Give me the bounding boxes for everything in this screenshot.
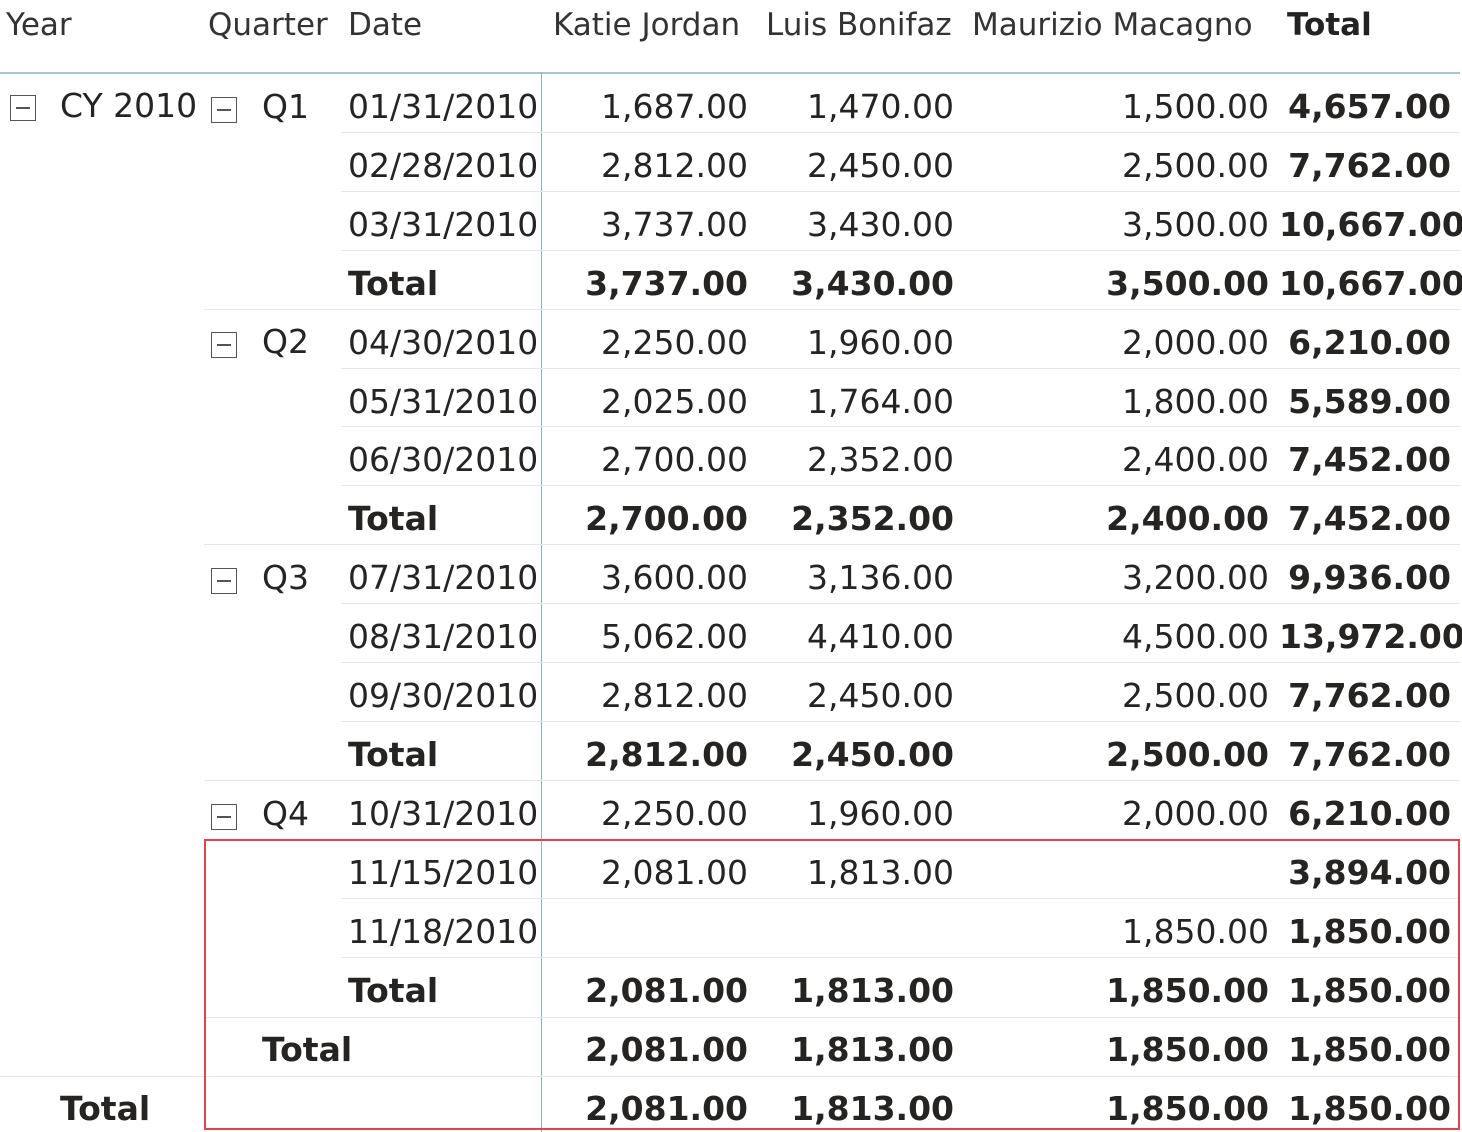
row-divider: [341, 662, 1460, 663]
column-header-maurizio-macagno[interactable]: Maurizio Macagno: [972, 0, 1253, 50]
cell-luis-bonifaz: 4,410.00: [807, 617, 954, 656]
date-cell: 06/30/2010: [348, 440, 539, 479]
cell-total: 9,936.00: [1288, 558, 1451, 597]
cell-maurizio-macagno: 1,800.00: [1122, 382, 1269, 421]
row-divider: [341, 721, 1460, 722]
quarter-label-q2: Q2: [262, 322, 309, 361]
cell-luis-bonifaz: 3,136.00: [807, 558, 954, 597]
row-divider: [341, 132, 1460, 133]
row-divider: [204, 309, 1460, 310]
cell-maurizio-macagno: 4,500.00: [1122, 617, 1269, 656]
cell-maurizio-macagno: 1,500.00: [1122, 87, 1269, 126]
row-divider: [341, 603, 1460, 604]
quarter-label-q1: Q1: [262, 87, 309, 126]
cell-katie-jordan: 2,250.00: [601, 794, 748, 833]
cell-total: 6,210.00: [1288, 794, 1451, 833]
cell-total: 7,452.00: [1288, 499, 1451, 538]
collapse-year-icon[interactable]: [10, 95, 36, 121]
cell-total: 5,589.00: [1288, 382, 1451, 421]
cell-katie-jordan: 3,737.00: [585, 264, 748, 303]
row-divider: [341, 368, 1460, 369]
date-cell: 07/31/2010: [348, 558, 539, 597]
highlight-box: [204, 839, 1460, 1130]
cell-luis-bonifaz: 3,430.00: [807, 205, 954, 244]
cell-total: 7,762.00: [1288, 676, 1451, 715]
row-divider: [204, 780, 1460, 781]
cell-luis-bonifaz: 1,960.00: [807, 323, 954, 362]
cell-total: 7,762.00: [1288, 735, 1451, 774]
cell-maurizio-macagno: 2,500.00: [1122, 146, 1269, 185]
date-cell: 08/31/2010: [348, 617, 539, 656]
cell-maurizio-macagno: 2,000.00: [1122, 323, 1269, 362]
grand-total-label: Total: [60, 1089, 151, 1128]
cell-total: 6,210.00: [1288, 323, 1451, 362]
column-header-quarter[interactable]: Quarter: [208, 0, 328, 50]
date-cell: 05/31/2010: [348, 382, 539, 421]
cell-maurizio-macagno: 3,500.00: [1122, 205, 1269, 244]
cell-total: 13,972.00: [1279, 617, 1462, 656]
cell-luis-bonifaz: 2,450.00: [807, 676, 954, 715]
cell-katie-jordan: 2,700.00: [601, 440, 748, 479]
cell-katie-jordan: 2,250.00: [601, 323, 748, 362]
quarter-label-q3: Q3: [262, 558, 309, 597]
collapse-q4-icon[interactable]: [211, 804, 237, 830]
date-cell: 04/30/2010: [348, 323, 539, 362]
cell-luis-bonifaz: 1,764.00: [807, 382, 954, 421]
row-divider: [204, 544, 1460, 545]
column-header-luis-bonifaz[interactable]: Luis Bonifaz: [766, 0, 952, 50]
cell-maurizio-macagno: 2,000.00: [1122, 794, 1269, 833]
column-header-date[interactable]: Date: [348, 0, 422, 50]
cell-maurizio-macagno: 2,400.00: [1122, 440, 1269, 479]
column-header-year[interactable]: Year: [6, 0, 72, 50]
year-label: CY 2010: [60, 86, 198, 125]
date-cell: 09/30/2010: [348, 676, 539, 715]
cell-luis-bonifaz: 2,352.00: [807, 440, 954, 479]
subtotal-label: Total: [348, 735, 439, 774]
cell-luis-bonifaz: 2,450.00: [807, 146, 954, 185]
cell-katie-jordan: 5,062.00: [601, 617, 748, 656]
cell-katie-jordan: 3,600.00: [601, 558, 748, 597]
cell-maurizio-macagno: 2,500.00: [1122, 676, 1269, 715]
cell-katie-jordan: 2,700.00: [585, 499, 748, 538]
row-divider: [341, 191, 1460, 192]
subtotal-label: Total: [348, 499, 439, 538]
cell-luis-bonifaz: 3,430.00: [791, 264, 954, 303]
cell-luis-bonifaz: 1,470.00: [807, 87, 954, 126]
cell-total: 10,667.00: [1279, 264, 1462, 303]
cell-katie-jordan: 2,025.00: [601, 382, 748, 421]
cell-total: 7,762.00: [1288, 146, 1451, 185]
date-cell: 02/28/2010: [348, 146, 539, 185]
cell-total: 10,667.00: [1279, 205, 1462, 244]
row-divider: [341, 485, 1460, 486]
cell-luis-bonifaz: 2,450.00: [791, 735, 954, 774]
cell-maurizio-macagno: 2,400.00: [1106, 499, 1269, 538]
cell-katie-jordan: 1,687.00: [601, 87, 748, 126]
cell-katie-jordan: 2,812.00: [601, 146, 748, 185]
cell-katie-jordan: 3,737.00: [601, 205, 748, 244]
date-cell: 10/31/2010: [348, 794, 539, 833]
cell-katie-jordan: 2,812.00: [601, 676, 748, 715]
collapse-q2-icon[interactable]: [211, 332, 237, 358]
date-cell: 03/31/2010: [348, 205, 539, 244]
cell-katie-jordan: 2,812.00: [585, 735, 748, 774]
date-cell: 01/31/2010: [348, 87, 539, 126]
column-header-katie-jordan[interactable]: Katie Jordan: [553, 0, 740, 50]
cell-maurizio-macagno: 2,500.00: [1106, 735, 1269, 774]
row-divider: [341, 426, 1460, 427]
row-divider: [341, 250, 1460, 251]
cell-maurizio-macagno: 3,200.00: [1122, 558, 1269, 597]
column-header-total[interactable]: Total: [1287, 0, 1372, 50]
collapse-q3-icon[interactable]: [211, 568, 237, 594]
subtotal-label: Total: [348, 264, 439, 303]
cell-total: 7,452.00: [1288, 440, 1451, 479]
quarter-label-q4: Q4: [262, 794, 309, 833]
cell-luis-bonifaz: 2,352.00: [791, 499, 954, 538]
cell-luis-bonifaz: 1,960.00: [807, 794, 954, 833]
header-rule: [0, 72, 1460, 74]
collapse-q1-icon[interactable]: [211, 97, 237, 123]
cell-total: 4,657.00: [1288, 87, 1451, 126]
cell-maurizio-macagno: 3,500.00: [1106, 264, 1269, 303]
